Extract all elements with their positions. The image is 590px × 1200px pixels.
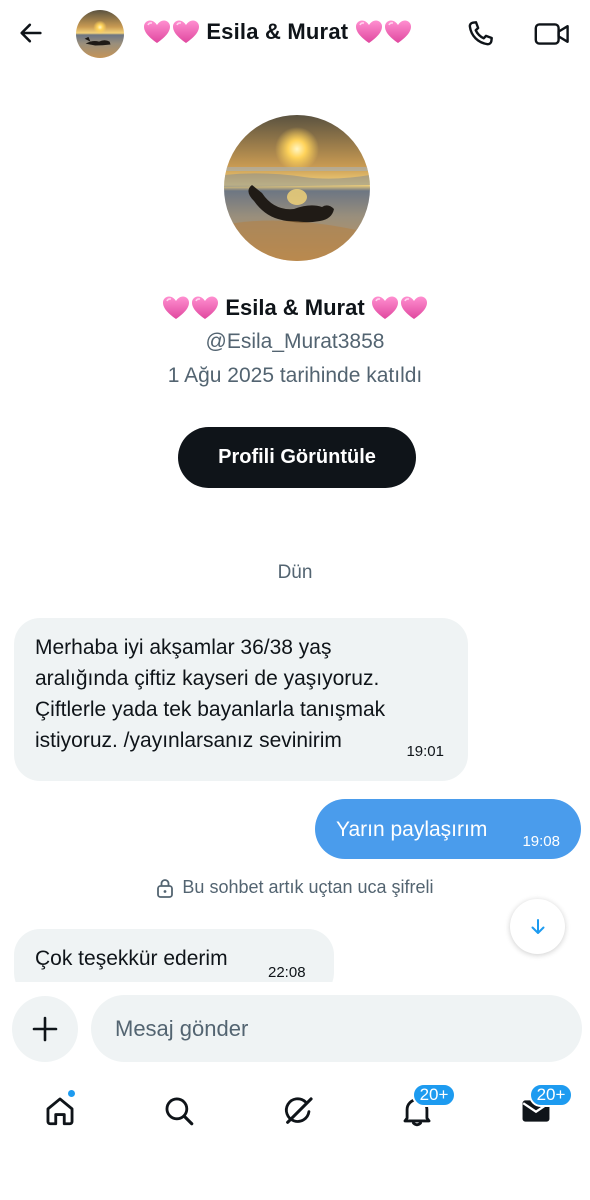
heart-emoji-icon bbox=[355, 20, 382, 44]
video-camera-icon bbox=[534, 23, 569, 45]
nav-messages[interactable]: 20+ bbox=[511, 1083, 573, 1136]
chat-title-text: Esila & Murat bbox=[206, 19, 349, 45]
video-call-button[interactable] bbox=[532, 16, 572, 52]
message-timestamp: 19:01 bbox=[406, 743, 444, 760]
arrow-down-icon bbox=[531, 918, 544, 934]
hearts-emoji-left bbox=[162, 295, 219, 321]
lock-icon bbox=[157, 878, 174, 898]
notification-dot bbox=[66, 1088, 77, 1099]
message-bubble-incoming[interactable]: Çok teşekkür ederim 22:08 bbox=[14, 929, 334, 982]
message-timestamp: 22:08 bbox=[268, 964, 306, 981]
heart-emoji-icon bbox=[400, 296, 427, 320]
bottom-navigation: 20+ 20+ bbox=[0, 1072, 590, 1152]
chat-title[interactable]: Esila & Murat bbox=[143, 18, 412, 45]
encryption-notice: Bu sohbet artık uçtan uca şifreli bbox=[0, 877, 590, 898]
message-input[interactable] bbox=[91, 995, 582, 1062]
nav-home[interactable] bbox=[35, 1086, 85, 1136]
home-icon bbox=[46, 1097, 74, 1126]
profile-avatar[interactable] bbox=[224, 115, 370, 261]
plus-icon bbox=[32, 1016, 58, 1042]
message-line: istiyoruz. /yayınlarsanız sevinirim bbox=[35, 729, 342, 752]
back-button[interactable] bbox=[14, 16, 48, 50]
header-avatar[interactable] bbox=[76, 10, 124, 58]
voice-call-button[interactable] bbox=[462, 16, 498, 52]
heart-emoji-icon bbox=[384, 20, 411, 44]
message-line: Çiftlerle yada tek bayanlarla tanışmak bbox=[35, 698, 386, 721]
message-text: Yarın paylaşırım bbox=[336, 817, 488, 841]
notification-count-badge: 20+ bbox=[412, 1083, 456, 1107]
messages-count-badge: 20+ bbox=[529, 1083, 573, 1107]
profile-name: Esila & Murat bbox=[0, 294, 590, 321]
message-bubble-incoming[interactable]: Merhaba iyi akşamlar 36/38 yaş aralığınd… bbox=[14, 618, 468, 781]
message-text: Çok teşekkür ederim bbox=[35, 947, 228, 970]
nav-search[interactable] bbox=[154, 1086, 204, 1136]
message-composer bbox=[0, 990, 590, 1068]
profile-join-date: 1 Ağu 2025 tarihinde katıldı bbox=[167, 364, 423, 387]
encryption-notice-text: Bu sohbet artık uçtan uca şifreli bbox=[182, 877, 434, 897]
profile-handle: @Esila_Murat3858 bbox=[205, 330, 385, 353]
heart-emoji-icon bbox=[371, 296, 398, 320]
nav-grok[interactable] bbox=[274, 1086, 324, 1136]
message-clip: Çok teşekkür ederim 22:08 bbox=[0, 920, 590, 982]
scroll-to-bottom-button[interactable] bbox=[510, 899, 565, 954]
message-bubble-outgoing[interactable]: Yarın paylaşırım 19:08 bbox=[315, 799, 581, 859]
profile-name-text: Esila & Murat bbox=[225, 295, 365, 321]
view-profile-button[interactable]: Profili Görüntüle bbox=[178, 427, 416, 488]
message-line: aralığında çiftiz kayseri de yaşıyoruz. bbox=[35, 667, 380, 690]
message-line: Merhaba iyi akşamlar 36/38 yaş bbox=[35, 636, 332, 659]
message-timestamp: 19:08 bbox=[522, 833, 560, 850]
heart-emoji-icon bbox=[192, 296, 219, 320]
nav-notifications[interactable]: 20+ bbox=[392, 1083, 456, 1136]
heart-emoji-icon bbox=[173, 20, 199, 44]
grok-icon bbox=[285, 1097, 313, 1124]
heart-emoji-icon bbox=[144, 20, 170, 44]
chat-header: Esila & Murat bbox=[0, 0, 590, 68]
day-separator: Dün bbox=[277, 562, 313, 583]
phone-icon bbox=[468, 21, 493, 46]
hearts-emoji-right bbox=[355, 19, 412, 45]
hearts-emoji-right bbox=[371, 295, 428, 321]
add-attachment-button[interactable] bbox=[12, 996, 78, 1062]
hearts-emoji-left bbox=[143, 19, 200, 45]
search-icon bbox=[165, 1097, 194, 1126]
back-arrow-icon bbox=[20, 23, 42, 43]
heart-emoji-icon bbox=[163, 296, 190, 320]
